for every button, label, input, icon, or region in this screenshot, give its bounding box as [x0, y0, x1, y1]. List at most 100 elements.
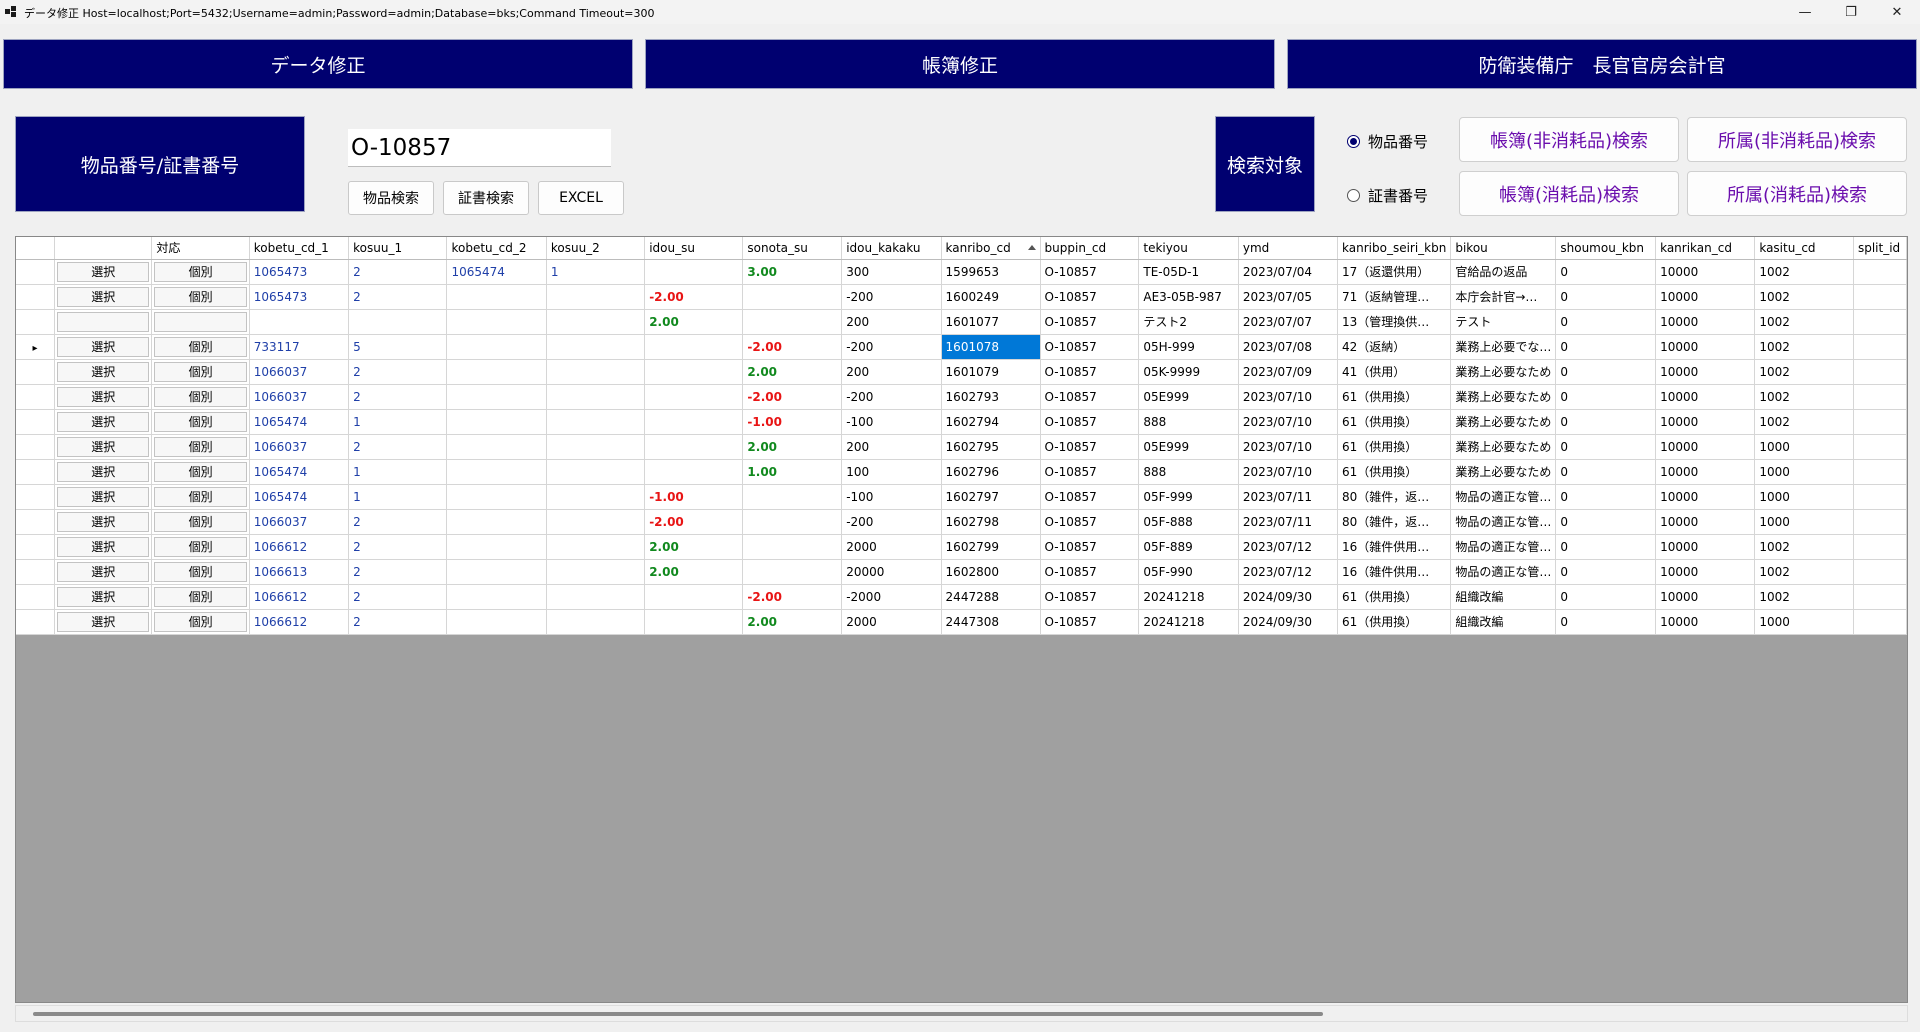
cell-kobetu_cd_2[interactable] — [446, 484, 547, 510]
radio-item-number[interactable]: 物品番号 — [1347, 130, 1428, 152]
cell-bikou[interactable]: 業務上必要でな… — [1450, 334, 1557, 360]
cell-bikou[interactable]: 組織改編 — [1450, 609, 1557, 635]
cell-kasitu_cd[interactable]: 1002 — [1754, 309, 1854, 335]
select-button[interactable]: 選択 — [57, 411, 150, 432]
column-header-ymd[interactable]: ymd — [1238, 237, 1339, 260]
individual-button[interactable]: 個別 — [154, 511, 247, 532]
cell-kobetu_cd_1[interactable]: 1066613 — [249, 559, 350, 585]
cell-kanribo_cd[interactable]: 1602800 — [941, 559, 1041, 585]
cell-kanrikan_cd[interactable]: 10000 — [1655, 284, 1756, 310]
cell-split_id[interactable] — [1853, 459, 1907, 485]
cell-kasitu_cd[interactable]: 1002 — [1754, 284, 1854, 310]
row-header[interactable] — [16, 459, 56, 485]
cell-idou_kakaku[interactable]: 300 — [841, 259, 942, 285]
cell-ymd[interactable]: 2023/07/10 — [1238, 409, 1339, 435]
cell-kanribo_seiri_kbn[interactable]: 16（雑件供用… — [1337, 534, 1452, 560]
cell-kosuu_2[interactable] — [546, 559, 646, 585]
cell-shoumou_kbn[interactable]: 0 — [1555, 509, 1657, 535]
cell-kanribo_cd[interactable]: 1600249 — [941, 284, 1041, 310]
cell-sonota_su[interactable] — [742, 509, 843, 535]
cell-kosuu_1[interactable]: 2 — [348, 384, 448, 410]
select-button[interactable]: 選択 — [57, 286, 150, 307]
cell-kanrikan_cd[interactable]: 10000 — [1655, 534, 1756, 560]
column-header-split_id[interactable]: split_id — [1853, 237, 1907, 260]
column-header-kasitu_cd[interactable]: kasitu_cd — [1754, 237, 1854, 260]
cell-kobetu_cd_2[interactable] — [446, 559, 547, 585]
individual-button[interactable]: 個別 — [154, 611, 247, 632]
cell-shoumou_kbn[interactable]: 0 — [1555, 259, 1657, 285]
cell-idou_kakaku[interactable]: -200 — [841, 384, 942, 410]
cell-idou_su[interactable] — [644, 334, 744, 360]
cell-sonota_su[interactable]: 2.00 — [742, 609, 843, 635]
cell-ymd[interactable]: 2024/09/30 — [1238, 609, 1339, 635]
cell-sonota_su[interactable]: 3.00 — [742, 259, 843, 285]
table-row[interactable]: 2.00 200 1601077 O-10857 テスト2 2023/07/07 13（管理… — [16, 309, 1907, 335]
table-row[interactable]: 選択 個別 1065473 2 1065474 1 3.00 300 1599653 O-1085… — [16, 259, 1907, 285]
cell-shoumou_kbn[interactable]: 0 — [1555, 409, 1657, 435]
cell-kosuu_1[interactable]: 1 — [348, 409, 448, 435]
cell-shoumou_kbn[interactable]: 0 — [1555, 284, 1657, 310]
table-row[interactable]: 選択 個別 1065474 1 1.00 100 1602796 O-10857 888 2023… — [16, 459, 1907, 485]
cell-tekiyou[interactable]: 20241218 — [1138, 609, 1239, 635]
cell-kosuu_2[interactable] — [546, 409, 646, 435]
cell-idou_kakaku[interactable]: 2000 — [841, 609, 942, 635]
column-header-idou_kakaku[interactable]: idou_kakaku — [841, 237, 942, 260]
cell-kasitu_cd[interactable]: 1000 — [1754, 509, 1854, 535]
cell-kanribo_seiri_kbn[interactable]: 41（供用） — [1337, 359, 1452, 385]
ledger-consumable-search-button[interactable]: 帳簿(消耗品)検索 — [1459, 171, 1679, 216]
cell-shoumou_kbn[interactable]: 0 — [1555, 459, 1657, 485]
radio-certificate-number[interactable]: 証書番号 — [1347, 184, 1428, 206]
cell-tekiyou[interactable]: 05F-889 — [1138, 534, 1239, 560]
cell-bikou[interactable]: 業務上必要なため — [1450, 359, 1557, 385]
cell-kanribo_seiri_kbn[interactable]: 42（返納） — [1337, 334, 1452, 360]
column-header-kosuu_1[interactable]: kosuu_1 — [348, 237, 448, 260]
cell-kasitu_cd[interactable]: 1002 — [1754, 584, 1854, 610]
cell-kosuu_1[interactable]: 2 — [348, 259, 448, 285]
select-button[interactable]: 選択 — [57, 361, 150, 382]
cell-kosuu_2[interactable] — [546, 384, 646, 410]
cell-sonota_su[interactable]: -1.00 — [742, 409, 843, 435]
column-header-対応[interactable]: 対応 — [151, 237, 250, 260]
ledger-edit-button[interactable]: 帳簿修正 — [645, 39, 1275, 89]
cell-tekiyou[interactable]: 05H-999 — [1138, 334, 1239, 360]
cell-split_id[interactable] — [1853, 434, 1907, 460]
cell-split_id[interactable] — [1853, 309, 1907, 335]
row-header[interactable] — [16, 534, 56, 560]
item-search-button[interactable]: 物品検索 — [348, 181, 434, 215]
select-button[interactable]: 選択 — [57, 336, 150, 357]
cell-kasitu_cd[interactable]: 1000 — [1754, 609, 1854, 635]
select-button[interactable]: 選択 — [57, 561, 150, 582]
cell-sonota_su[interactable]: 1.00 — [742, 459, 843, 485]
cell-kosuu_2[interactable] — [546, 434, 646, 460]
cell-buppin_cd[interactable]: O-10857 — [1040, 259, 1140, 285]
individual-button[interactable]: 個別 — [154, 386, 247, 407]
cell-kanribo_seiri_kbn[interactable]: 80（雑件，返… — [1337, 509, 1452, 535]
individual-button[interactable]: 個別 — [154, 261, 247, 282]
cell-ymd[interactable]: 2023/07/09 — [1238, 359, 1339, 385]
cell-kanrikan_cd[interactable]: 10000 — [1655, 359, 1756, 385]
cell-bikou[interactable]: 本庁会計官→… — [1450, 284, 1557, 310]
cell-kobetu_cd_2[interactable] — [446, 309, 547, 335]
cell-kosuu_2[interactable] — [546, 609, 646, 635]
individual-button[interactable]: 個別 — [154, 586, 247, 607]
cell-split_id[interactable] — [1853, 559, 1907, 585]
cell-buppin_cd[interactable]: O-10857 — [1040, 334, 1140, 360]
cell-idou_su[interactable] — [644, 584, 744, 610]
cell-kanribo_cd[interactable]: 2447308 — [941, 609, 1041, 635]
table-row[interactable]: 選択 個別 1066037 2 -2.00 -200 1602798 O-10857 05F-8… — [16, 509, 1907, 535]
cell-idou_su[interactable]: -2.00 — [644, 284, 744, 310]
cell-kanribo_seiri_kbn[interactable]: 71（返納管理… — [1337, 284, 1452, 310]
cell-sonota_su[interactable]: -2.00 — [742, 584, 843, 610]
cell-tekiyou[interactable]: 05F-888 — [1138, 509, 1239, 535]
individual-button[interactable]: 個別 — [154, 336, 247, 357]
excel-button[interactable]: EXCEL — [538, 181, 624, 215]
cell-bikou[interactable]: 組織改編 — [1450, 584, 1557, 610]
cell-sonota_su[interactable] — [742, 309, 843, 335]
individual-button[interactable]: 個別 — [154, 411, 247, 432]
cell-split_id[interactable] — [1853, 484, 1907, 510]
cell-sonota_su[interactable]: -2.00 — [742, 384, 843, 410]
cell-kanrikan_cd[interactable]: 10000 — [1655, 309, 1756, 335]
cell-ymd[interactable]: 2023/07/10 — [1238, 434, 1339, 460]
cell-kasitu_cd[interactable]: 1002 — [1754, 359, 1854, 385]
cell-kanribo_cd[interactable]: 1602797 — [941, 484, 1041, 510]
